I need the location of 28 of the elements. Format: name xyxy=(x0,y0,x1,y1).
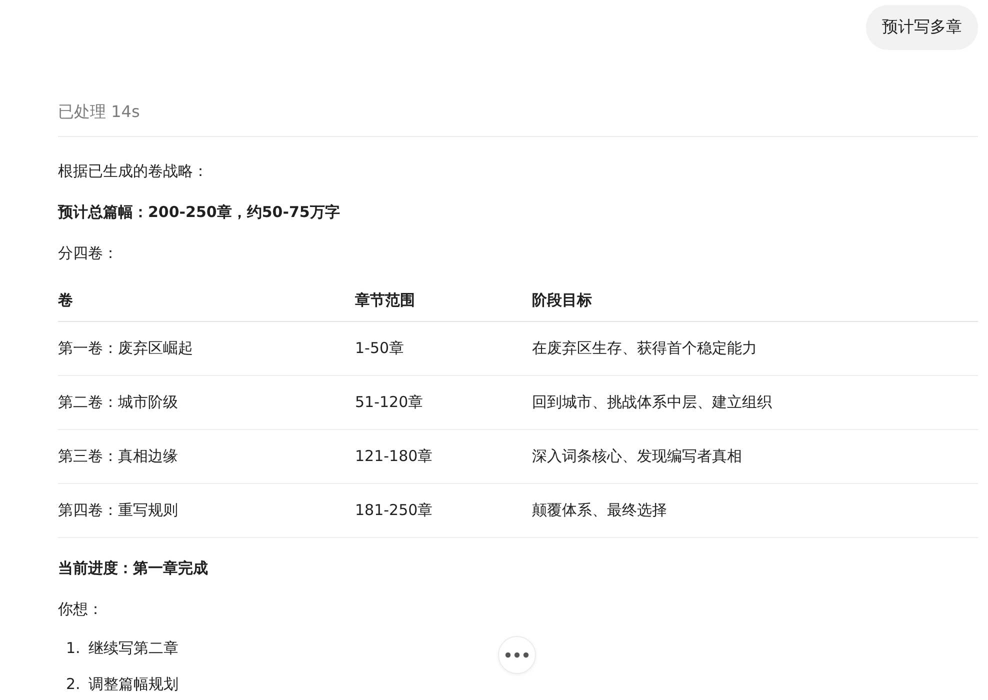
paragraph-text: 根据已生成的卷战略： xyxy=(58,161,209,182)
table-header-cell-text: 阶段目标 xyxy=(532,291,593,310)
bold-summary-text: 预计总篇幅：200-250章，约50-75万字 xyxy=(58,202,341,223)
paragraph-text: 你想： xyxy=(58,599,104,620)
table-cell-text: 1-50章 xyxy=(355,339,406,358)
table-header-cell-text: 章节范围 xyxy=(355,291,416,310)
bold-summary-text: 当前进度：第一章完成 xyxy=(58,558,209,579)
table-cell-text: 在废弃区生存、获得首个稳定能力 xyxy=(532,339,758,358)
table-cell-text: 121-180章 xyxy=(355,447,434,466)
table-cell-text: 第一卷：废弃区崛起 xyxy=(58,339,194,358)
more-button[interactable] xyxy=(498,636,536,674)
user-message-bubble: 预计写多章 xyxy=(866,5,978,50)
table-cell-text: 第二卷：城市阶级 xyxy=(58,393,179,412)
table-cell-text: 51-120章 xyxy=(355,393,424,412)
table-header-cell-text: 卷 xyxy=(58,291,74,310)
table-cell-text: 181-250章 xyxy=(355,501,434,520)
list-item-text: 调整篇幅规划 xyxy=(88,674,178,695)
table-cell-text: 回到城市、挑战体系中层、建立组织 xyxy=(532,393,773,412)
list-item-text: 继续写第二章 xyxy=(88,638,178,659)
list-number: 2. xyxy=(66,674,80,695)
paragraph-text: 分四卷： xyxy=(58,243,119,264)
table-cell-text: 颠覆体系、最终选择 xyxy=(532,501,668,520)
list-number: 1. xyxy=(66,638,80,659)
table-cell-text: 深入词条核心、发现编写者真相 xyxy=(532,447,743,466)
table-cell-text: 第四卷：重写规则 xyxy=(58,501,179,520)
more-icon xyxy=(505,652,529,658)
processing-status-text: 已处理 14s xyxy=(58,102,978,137)
table-cell-text: 第三卷：真相边缘 xyxy=(58,447,179,466)
